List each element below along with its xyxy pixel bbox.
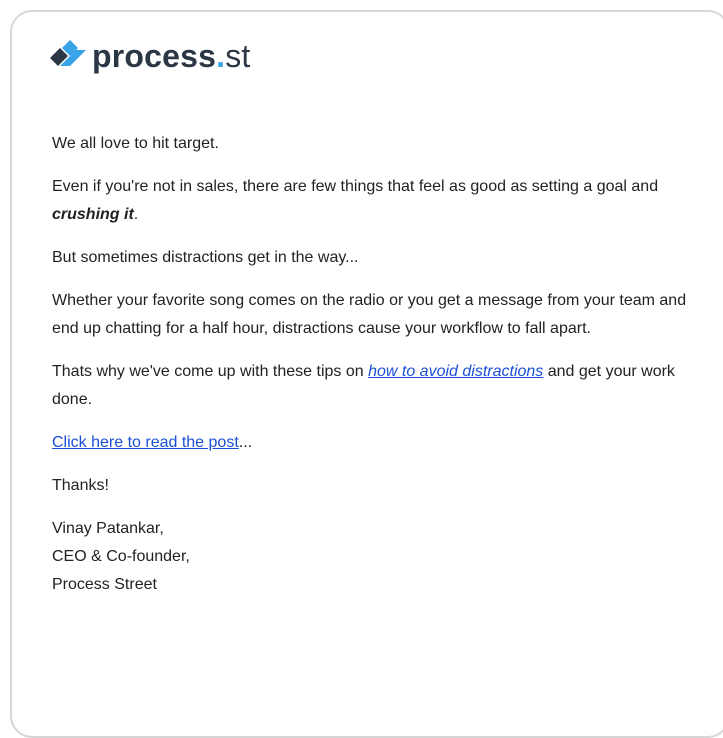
email-body: We all love to hit target. Even if you'r…: [52, 130, 702, 599]
crushing-it-emphasis: crushing it: [52, 206, 134, 223]
process-st-diamond-logo-icon: [50, 40, 86, 66]
paragraph-tips-text: Thats why we've come up with these tips …: [52, 363, 369, 380]
paragraph-goal-text: Even if you're not in sales, there are f…: [52, 178, 659, 195]
paragraph-intro: We all love to hit target.: [52, 135, 219, 152]
brand-logo[interactable]: process.st: [48, 26, 251, 86]
paragraph-goal: Even if you're not in sales, there are f…: [52, 173, 702, 229]
avoid-distractions-link[interactable]: how to avoid distractions: [368, 363, 543, 380]
signature-company: Process Street: [52, 576, 157, 593]
signature-title: CEO & Co-founder,: [52, 548, 190, 565]
paragraph-goal-end: .: [133, 206, 139, 223]
cta-ellipsis: ...: [238, 434, 253, 451]
signature: Vinay Patankar, CEO & Co-founder, Process …: [52, 515, 702, 599]
email-card: process.st We all love to hit target. Ev…: [10, 10, 723, 738]
read-post-link[interactable]: Click here to read the post: [52, 434, 239, 451]
brand-wordmark: process.st: [92, 37, 251, 74]
paragraph-cta: Click here to read the post...: [52, 429, 702, 457]
paragraph-thanks: Thanks!: [52, 477, 109, 494]
paragraph-distractions: But sometimes distractions get in the wa…: [52, 249, 359, 266]
paragraph-tips: Thats why we've come up with these tips …: [52, 358, 702, 414]
signature-name: Vinay Patankar,: [52, 520, 164, 537]
paragraph-workflow: Whether your favorite song comes on the …: [52, 292, 687, 337]
